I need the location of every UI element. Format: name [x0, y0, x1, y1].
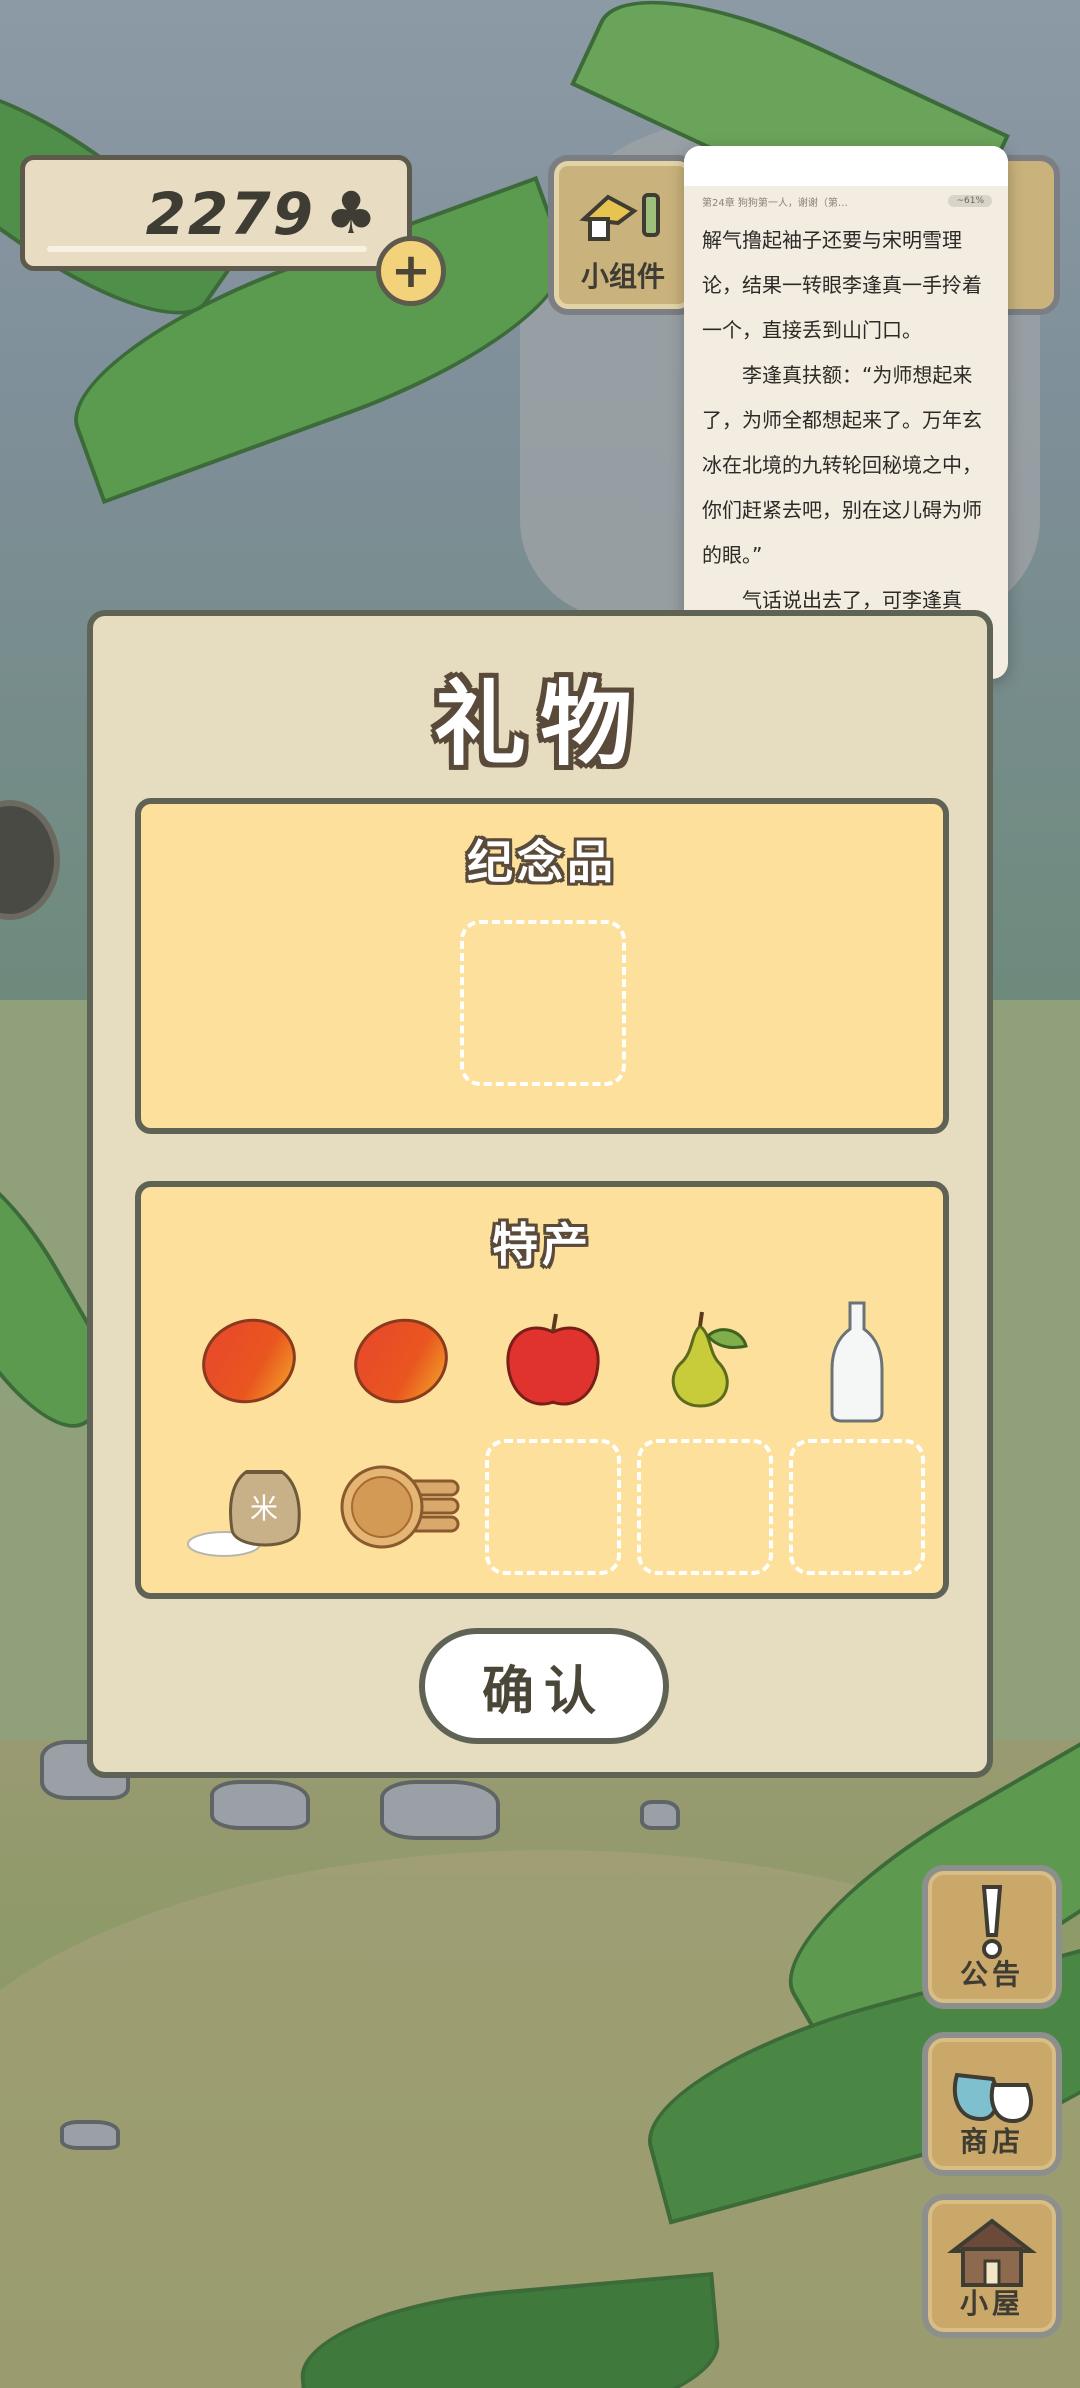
rice-sack-text: 米 — [250, 1492, 278, 1525]
specialty-item-pear[interactable] — [637, 1293, 773, 1429]
apple-icon — [506, 1313, 600, 1406]
rock — [380, 1780, 500, 1840]
specialty-item-crackers[interactable] — [333, 1439, 469, 1575]
clover-icon: ♣ — [325, 179, 377, 247]
chapter-title: 第24章 狗狗第一人，谢谢（第… — [702, 197, 848, 209]
clover-counter: 2279 ♣ — [20, 155, 412, 271]
widget-icon — [579, 193, 660, 241]
battery-chip: ~61% — [948, 195, 992, 207]
shop-bag-icon — [928, 2050, 1056, 2130]
exclamation-icon — [928, 1883, 1056, 1963]
pear-icon — [671, 1311, 748, 1408]
reader-text: 解气撸起袖子还要与宋明雪理论，结果一转眼李逢真一手拎着一个，直接丢到山门口。 李… — [684, 212, 1008, 623]
mango-icon — [202, 1318, 296, 1404]
specialty-slot[interactable] — [485, 1439, 621, 1575]
specialty-section: 特产 米 — [135, 1181, 949, 1599]
bottle-icon — [830, 1301, 884, 1423]
house-label: 小屋 — [959, 2287, 1024, 2320]
reader-meta: 第24章 狗狗第一人，谢谢（第… ~61% — [684, 186, 1008, 212]
shop-label: 商店 — [959, 2125, 1024, 2158]
rock — [640, 1800, 680, 1830]
gift-dialog: 礼物 纪念品 特产 米 确认 — [87, 610, 993, 1778]
clover-count: 2279 — [145, 180, 315, 248]
souvenir-section: 纪念品 — [135, 798, 949, 1134]
notice-button[interactable]: 公告 — [922, 1865, 1062, 2009]
rice-sack-icon: 米 — [187, 1470, 301, 1557]
notice-label: 公告 — [959, 1958, 1024, 1991]
cracker-icon — [340, 1465, 460, 1549]
rock — [210, 1780, 310, 1830]
souvenir-slot[interactable] — [460, 920, 626, 1086]
specialty-item-bottle[interactable] — [789, 1293, 925, 1429]
shop-button[interactable]: 商店 — [922, 2032, 1062, 2176]
reader-header — [684, 146, 1008, 186]
clover-underline — [47, 246, 367, 252]
reader-overlay[interactable]: 第24章 狗狗第一人，谢谢（第… ~61% 解气撸起袖子还要与宋明雪理论，结果一… — [684, 146, 1008, 679]
specialty-title: 特产 — [492, 1218, 592, 1272]
confirm-button[interactable]: 确认 — [419, 1628, 669, 1744]
specialty-item-mango[interactable] — [333, 1293, 469, 1429]
dialog-title: 礼物 — [433, 670, 646, 778]
house-button[interactable]: 小屋 — [922, 2194, 1062, 2338]
rock — [60, 2120, 120, 2150]
widget-button[interactable]: 小组件 — [548, 155, 698, 315]
specialty-slot[interactable] — [637, 1439, 773, 1575]
widget-label: 小组件 — [580, 260, 665, 293]
specialty-item-rice-sack[interactable]: 米 — [181, 1439, 317, 1575]
mango-icon — [354, 1318, 448, 1404]
specialty-slot[interactable] — [789, 1439, 925, 1575]
souvenir-title: 纪念品 — [467, 835, 617, 889]
house-icon — [928, 2212, 1056, 2292]
add-clover-button[interactable]: + — [376, 236, 446, 306]
reader-paragraph: 解气撸起袖子还要与宋明雪理论，结果一转眼李逢真一手拎着一个，直接丢到山门口。 — [702, 228, 982, 342]
specialty-item-apple[interactable] — [485, 1293, 621, 1429]
specialty-item-mango[interactable] — [181, 1293, 317, 1429]
reader-paragraph: 李逢真扶额：“为师想起来了，为师全都想起来了。万年玄冰在北境的九转轮回秘境之中，… — [702, 363, 982, 567]
